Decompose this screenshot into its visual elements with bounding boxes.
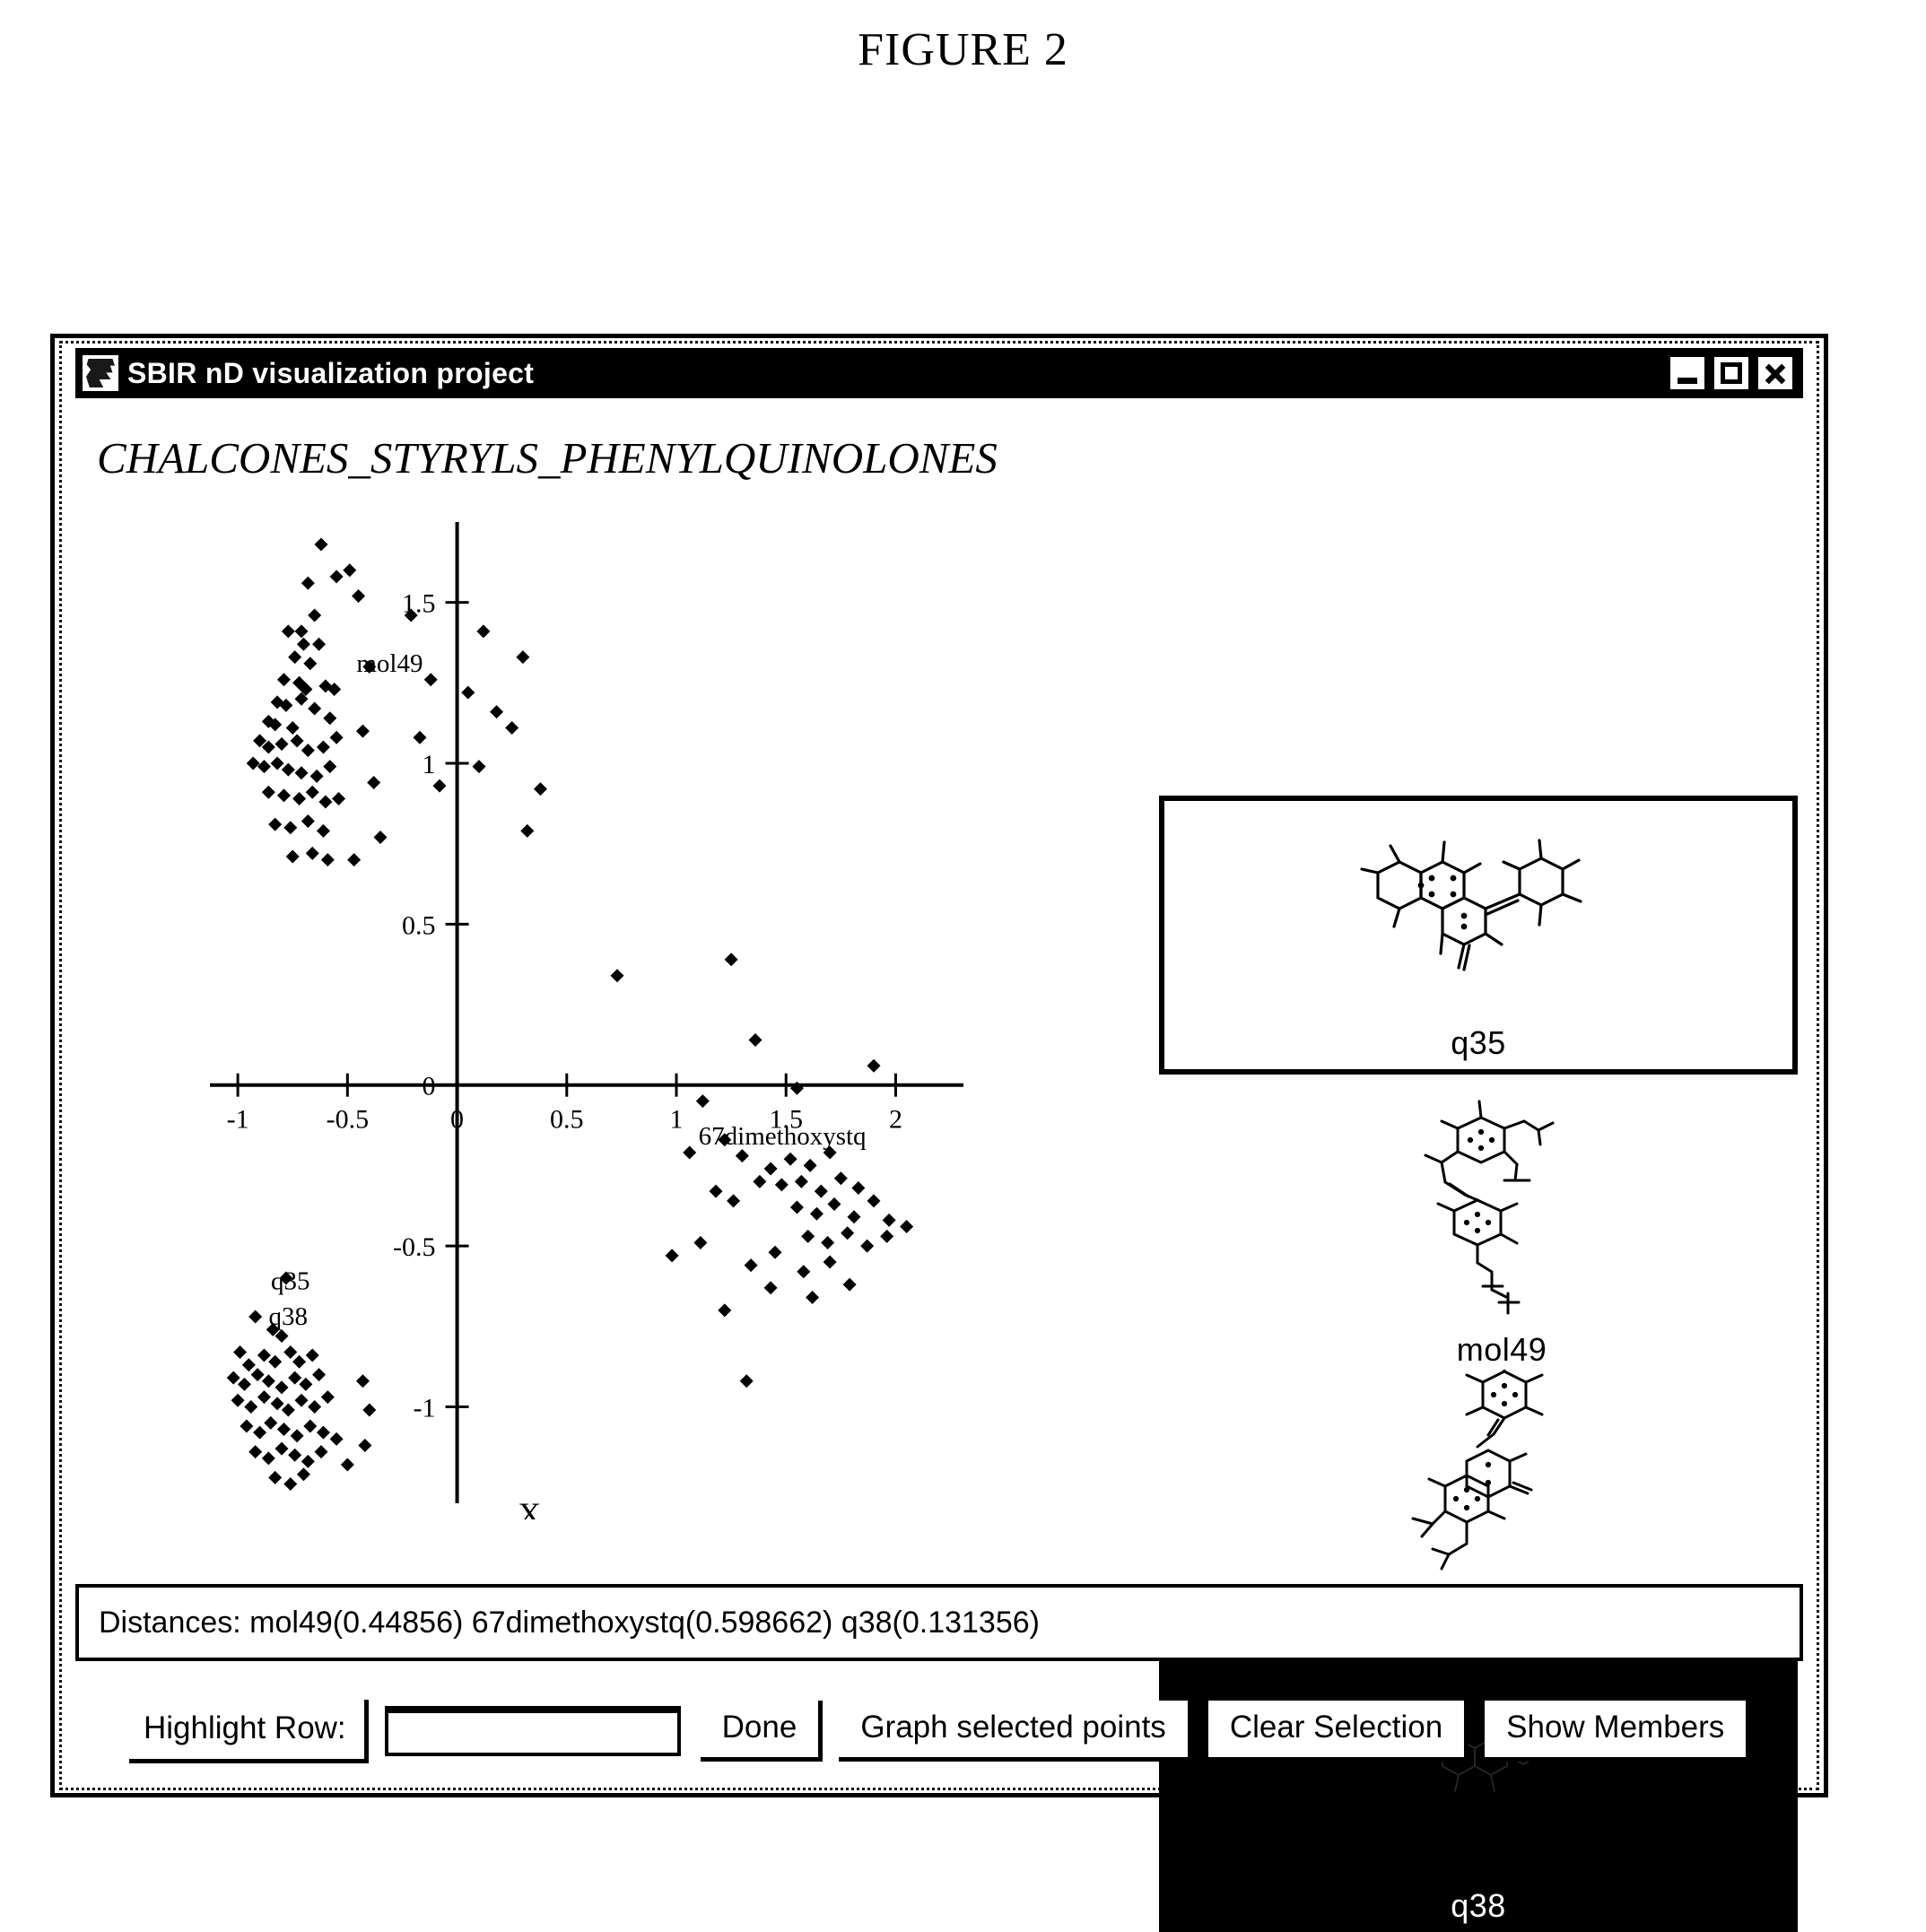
plot-point-labels: mol49 67dimethoxystq q35 q38: [269, 649, 867, 1331]
molecule-panel-q35[interactable]: q35: [1159, 796, 1798, 1075]
svg-text:-1: -1: [227, 1105, 249, 1135]
molecule-label-q38: q38: [1451, 1887, 1506, 1924]
show-members-button[interactable]: Show Members: [1485, 1701, 1751, 1762]
svg-text:X: X: [518, 1496, 541, 1519]
status-bar: Distances: mol49(0.44856) 67dimethoxystq…: [75, 1584, 1803, 1661]
svg-text:67dimethoxystq: 67dimethoxystq: [699, 1122, 867, 1151]
highlight-row-label: Highlight Row:: [129, 1699, 369, 1763]
window-titlebar: SBIR nD visualization project: [75, 348, 1803, 398]
svg-text:2: 2: [889, 1105, 902, 1135]
plot-data-points: [226, 537, 914, 1492]
molecule-panel-mol49[interactable]: mol49: [1313, 1089, 1690, 1376]
clear-selection-button[interactable]: Clear Selection: [1207, 1701, 1469, 1762]
svg-text:0.5: 0.5: [402, 910, 436, 940]
close-icon[interactable]: [1756, 355, 1794, 391]
molecule-structure-mol49: [1313, 1089, 1690, 1327]
toolbar: Highlight Row: Done Graph selected point…: [75, 1686, 1803, 1776]
svg-text:Y: Y: [446, 506, 469, 511]
svg-text:q38: q38: [269, 1302, 309, 1331]
svg-text:0: 0: [423, 1072, 436, 1101]
plot-title: CHALCONES_STYRYLS_PHENYLQUINOLONES: [97, 433, 998, 483]
svg-text:0.5: 0.5: [550, 1105, 584, 1135]
figure-caption: FIGURE 2: [858, 24, 1068, 75]
svg-text:-0.5: -0.5: [327, 1105, 370, 1135]
scatter-plot-canvas[interactable]: -1-0.500.511.521.510.50-0.5-1YX mol4967d…: [183, 506, 972, 1519]
molecule-label-q35: q35: [1451, 1024, 1506, 1061]
highlight-row-input[interactable]: [384, 1706, 681, 1756]
svg-text:1: 1: [423, 750, 436, 779]
molecule-structure-67dimethoxystq: [1277, 1367, 1708, 1597]
plot-axes: -1-0.500.511.521.510.50-0.5-1YX: [210, 506, 963, 1519]
svg-text:q35: q35: [271, 1267, 310, 1296]
svg-text:mol49: mol49: [356, 649, 423, 678]
scatter-plot[interactable]: -1-0.500.511.521.510.50-0.5-1YX mol4967d…: [183, 506, 972, 1519]
minimize-icon[interactable]: [1669, 355, 1706, 391]
maximize-icon[interactable]: [1712, 355, 1750, 391]
distances-status-text: Distances: mol49(0.44856) 67dimethoxystq…: [99, 1605, 1040, 1640]
application-content: CHALCONES_STYRYLS_PHENYLQUINOLONES -1 -0.…: [75, 398, 1803, 1932]
svg-text:0: 0: [450, 1105, 464, 1135]
molecule-label-mol49: mol49: [1456, 1331, 1547, 1368]
svg-text:1: 1: [670, 1105, 684, 1135]
svg-text:-0.5: -0.5: [393, 1232, 436, 1262]
graph-selected-points-button[interactable]: Graph selected points: [839, 1701, 1192, 1762]
done-button[interactable]: Done: [700, 1701, 824, 1762]
app-coffee-cup-icon: [83, 355, 118, 391]
svg-text:-1: -1: [414, 1393, 436, 1423]
molecule-structure-q35: [1164, 801, 1792, 1021]
window-controls: [1669, 355, 1794, 391]
window-title: SBIR nD visualization project: [127, 356, 535, 389]
